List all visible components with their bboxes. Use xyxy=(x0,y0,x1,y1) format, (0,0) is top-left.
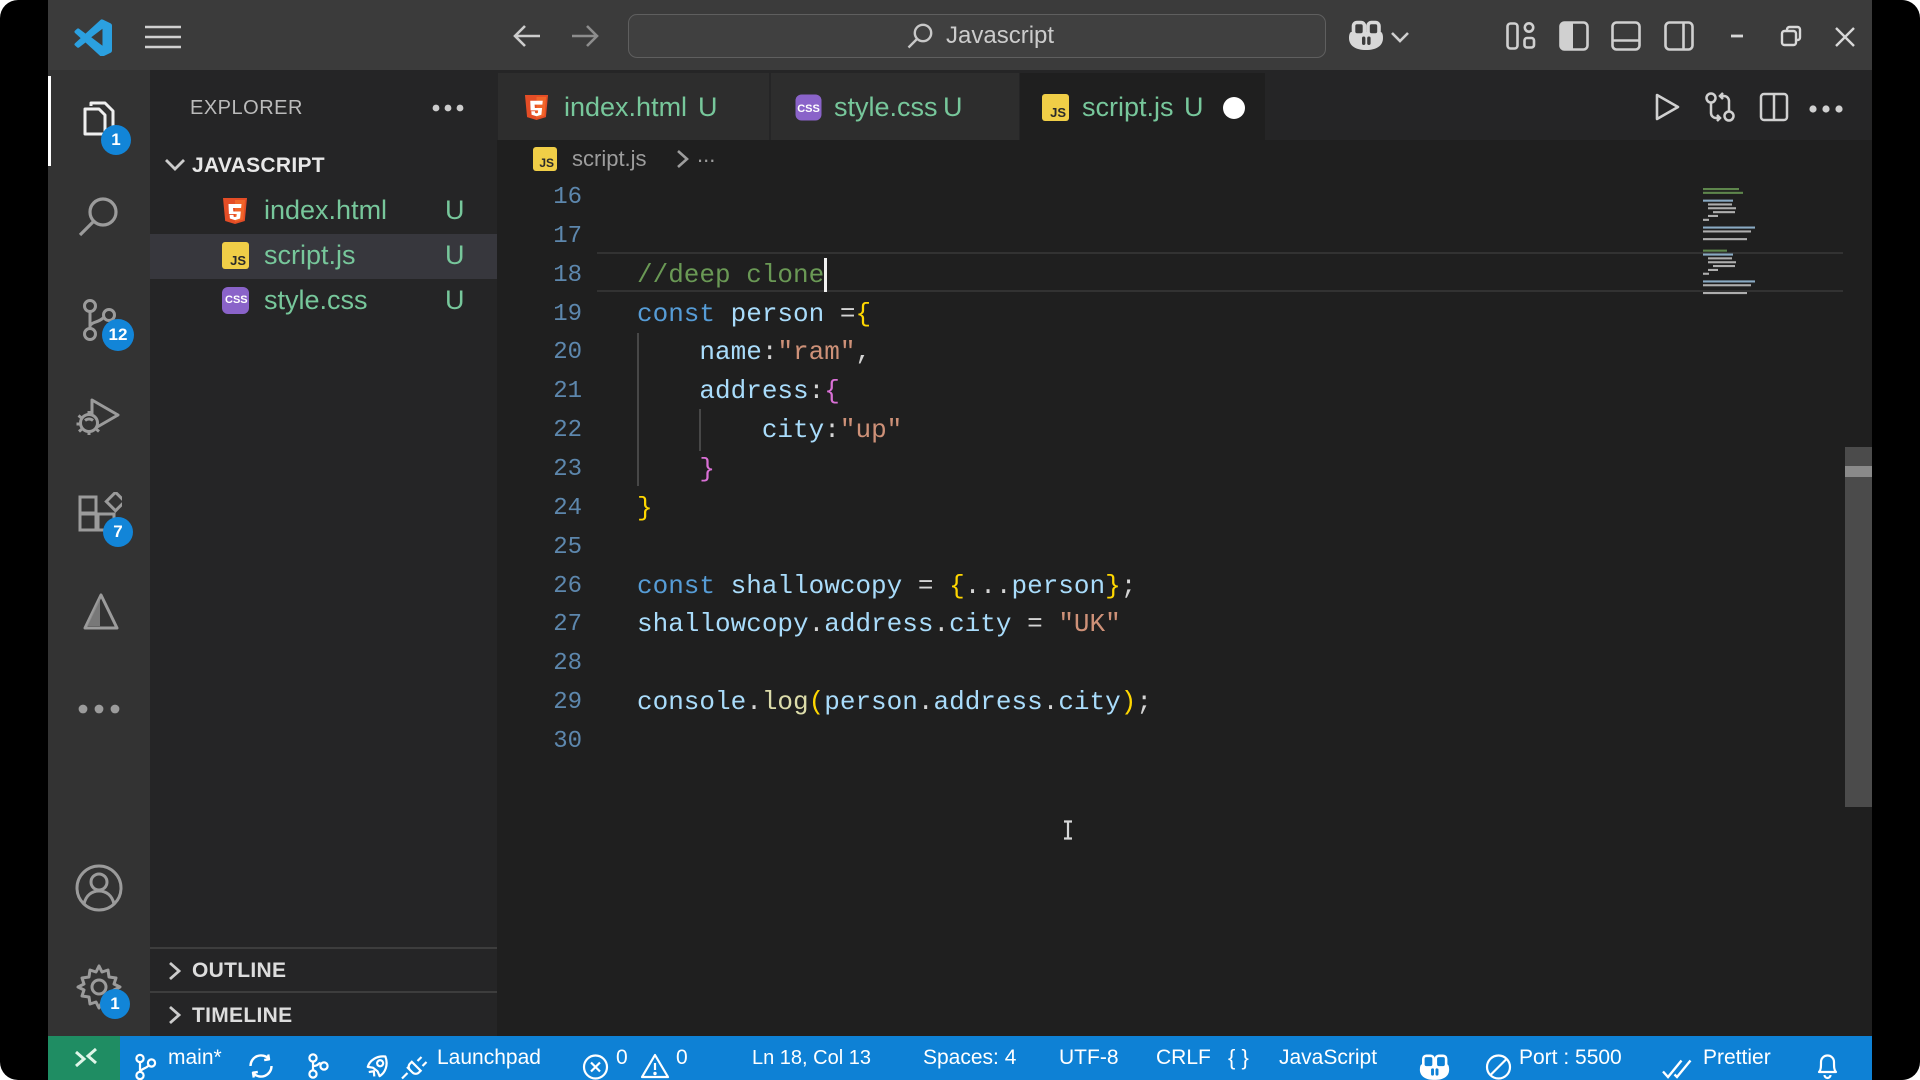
svg-text:CSS: CSS xyxy=(797,103,820,115)
